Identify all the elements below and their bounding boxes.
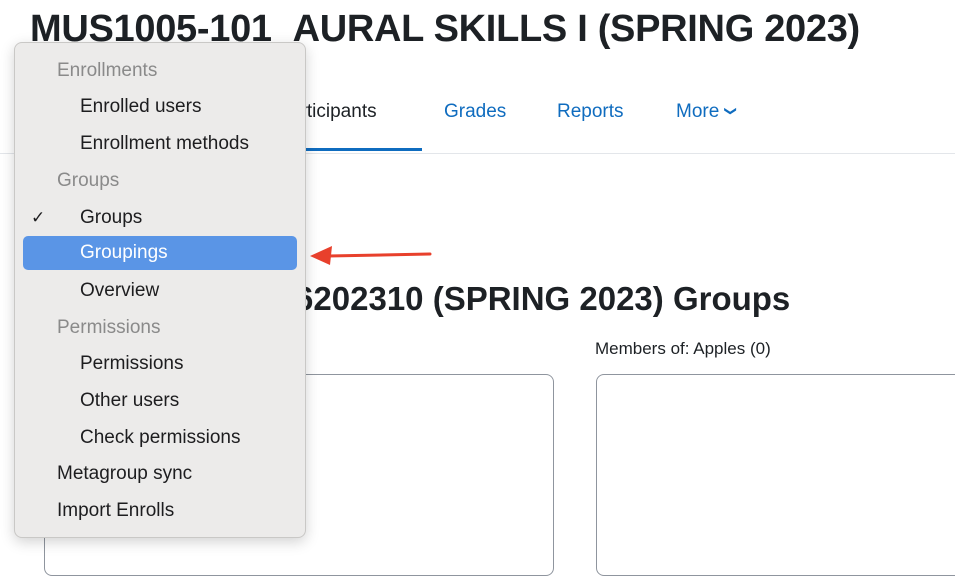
tab-reports[interactable]: Reports [557,101,624,123]
menu-header-permissions: Permissions [57,317,161,338]
menu-header-enrollments: Enrollments [57,60,158,81]
groups-page-heading: 2686202310 (SPRING 2023) Groups [240,280,791,317]
tab-grades[interactable]: Grades [444,101,506,123]
menu-item-overview[interactable]: Overview [15,274,305,308]
members-select-list[interactable] [596,374,955,576]
menu-item-groupings[interactable]: Groupings [23,236,297,270]
menu-item-groups[interactable]: ✓ Groups [15,201,305,235]
menu-item-permissions[interactable]: Permissions [15,347,305,381]
menu-item-import-enrolls[interactable]: Import Enrolls [15,494,305,528]
tab-more-label: More [676,101,720,122]
checkmark-icon: ✓ [31,208,46,227]
tab-more[interactable]: More ❯ [676,101,739,123]
members-label: Members of: Apples (0) [595,339,771,358]
menu-item-enrollment-methods[interactable]: Enrollment methods [15,127,305,161]
menu-item-metagroup-sync[interactable]: Metagroup sync [15,457,305,491]
menu-item-groups-label: Groups [80,207,143,228]
chevron-down-icon: ❯ [724,105,739,117]
annotation-arrow-icon [310,246,432,265]
menu-item-other-users[interactable]: Other users [15,384,305,418]
participants-dropdown-menu: Enrollments Enrolled users Enrollment me… [14,42,306,538]
active-tab-indicator [290,148,422,151]
menu-item-enrolled-users[interactable]: Enrolled users [15,90,305,124]
menu-item-check-permissions[interactable]: Check permissions [15,421,305,455]
menu-header-groups: Groups [57,170,120,191]
